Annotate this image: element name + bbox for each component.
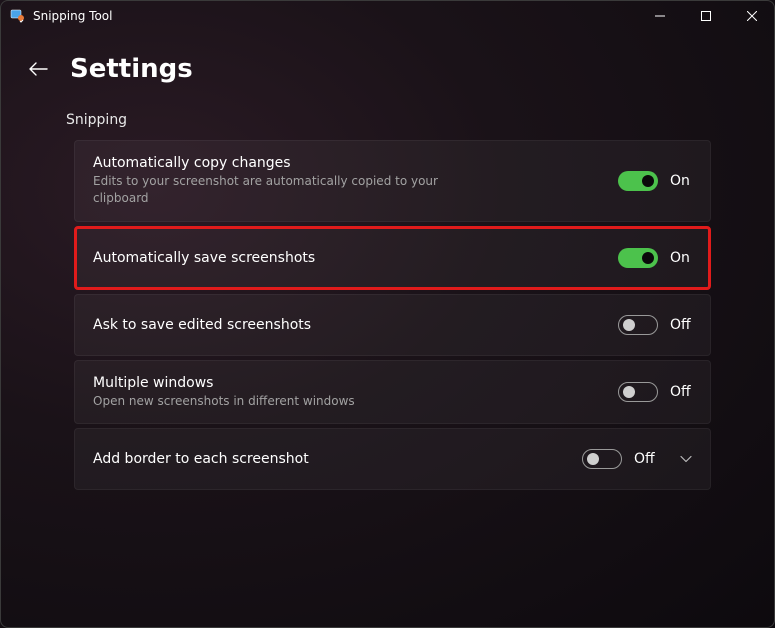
titlebar: Snipping Tool — [0, 0, 775, 32]
content-area: Settings Snipping Automatically copy cha… — [0, 32, 775, 490]
setting-text: Multiple windows Open new screenshots in … — [93, 375, 618, 410]
setting-control: Off — [618, 315, 694, 335]
chevron-down-icon[interactable] — [678, 455, 694, 463]
setting-control: On — [618, 171, 694, 191]
settings-list: Automatically copy changes Edits to your … — [8, 140, 767, 490]
setting-text: Ask to save edited screenshots — [93, 317, 618, 333]
toggle-knob — [623, 386, 635, 398]
setting-subtitle: Open new screenshots in different window… — [93, 393, 473, 410]
header-row: Settings — [8, 32, 767, 106]
page-title: Settings — [70, 54, 193, 84]
toggle-state-label: Off — [634, 451, 658, 467]
setting-row[interactable]: Add border to each screenshot Off — [74, 428, 711, 490]
toggle-knob — [623, 319, 635, 331]
maximize-button[interactable] — [683, 0, 729, 32]
app-icon — [10, 8, 26, 24]
setting-control: On — [618, 248, 694, 268]
setting-title: Ask to save edited screenshots — [93, 317, 618, 333]
toggle-switch[interactable] — [618, 315, 658, 335]
titlebar-left: Snipping Tool — [10, 8, 112, 24]
section-label: Snipping — [8, 106, 767, 140]
toggle-switch[interactable] — [618, 382, 658, 402]
setting-title: Add border to each screenshot — [93, 451, 582, 467]
setting-title: Automatically save screenshots — [93, 250, 618, 266]
setting-title: Multiple windows — [93, 375, 618, 391]
setting-row: Multiple windows Open new screenshots in … — [74, 360, 711, 425]
setting-row: Ask to save edited screenshots Off — [74, 294, 711, 356]
toggle-knob — [642, 252, 654, 264]
back-arrow-icon[interactable] — [28, 61, 48, 77]
minimize-button[interactable] — [637, 0, 683, 32]
app-title: Snipping Tool — [33, 9, 112, 23]
toggle-state-label: Off — [670, 317, 694, 333]
toggle-switch[interactable] — [582, 449, 622, 469]
setting-subtitle: Edits to your screenshot are automatical… — [93, 173, 473, 207]
setting-row: Automatically copy changes Edits to your … — [74, 140, 711, 222]
toggle-knob — [642, 175, 654, 187]
setting-control: Off — [618, 382, 694, 402]
toggle-state-label: On — [670, 173, 694, 189]
toggle-switch[interactable] — [618, 248, 658, 268]
setting-control: Off — [582, 449, 694, 469]
setting-text: Automatically save screenshots — [93, 250, 618, 266]
toggle-switch[interactable] — [618, 171, 658, 191]
setting-text: Automatically copy changes Edits to your … — [93, 155, 618, 207]
setting-text: Add border to each screenshot — [93, 451, 582, 467]
toggle-state-label: Off — [670, 384, 694, 400]
toggle-knob — [587, 453, 599, 465]
setting-row: Automatically save screenshots On — [74, 226, 711, 290]
close-button[interactable] — [729, 0, 775, 32]
toggle-state-label: On — [670, 250, 694, 266]
window-controls — [637, 0, 775, 32]
setting-title: Automatically copy changes — [93, 155, 618, 171]
